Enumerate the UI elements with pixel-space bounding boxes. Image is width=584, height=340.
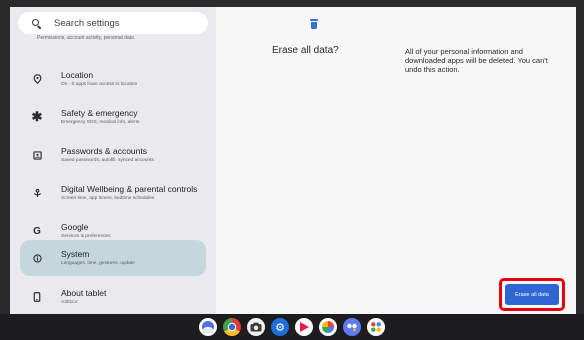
play-store-icon[interactable]	[295, 318, 313, 336]
tablet-icon	[32, 292, 42, 302]
sidebar-item-title: Google	[61, 222, 89, 232]
sidebar-item-title: Passwords & accounts	[61, 146, 147, 156]
sidebar-item-title: System	[61, 249, 90, 259]
settings-icon[interactable]: ⚙	[271, 318, 289, 336]
sidebar-item-sub: Saved passwords, autofill, synced accoun…	[61, 158, 154, 163]
info-circle-icon	[32, 253, 42, 263]
sidebar-item-title: Digital Wellbeing & parental controls	[61, 184, 198, 194]
assistant-dots-icon[interactable]	[343, 318, 361, 336]
partial-item-sub: Permissions, account activity, personal …	[37, 35, 134, 41]
google-g-icon: G	[33, 225, 41, 237]
location-pin-icon	[32, 74, 42, 84]
sidebar-item-location[interactable]: Location On - 0 apps have access to loca…	[20, 61, 206, 97]
sidebar-item-about-tablet[interactable]: About tablet A301LV	[20, 279, 206, 314]
sidebar-item-title: About tablet	[61, 288, 107, 298]
camera-icon[interactable]	[247, 318, 265, 336]
app-dock: ⚙	[0, 314, 584, 340]
sidebar-item-sub: Screen time, app timers, bedtime schedul…	[61, 196, 155, 201]
tablet-device: Search settings Permissions, account act…	[0, 0, 584, 340]
account-box-icon	[32, 150, 42, 160]
sidebar-item-title: Safety & emergency	[61, 108, 138, 118]
settings-sidebar: Search settings Permissions, account act…	[10, 7, 216, 314]
search-placeholder: Search settings	[54, 17, 120, 29]
screen: Search settings Permissions, account act…	[10, 7, 576, 314]
trash-icon	[310, 19, 318, 29]
sidebar-item-sub: A301LV	[61, 300, 78, 305]
chrome-icon[interactable]	[223, 318, 241, 336]
photos-icon[interactable]	[319, 318, 337, 336]
sidebar-item-passwords[interactable]: Passwords & accounts Saved passwords, au…	[20, 137, 206, 173]
search-bar[interactable]: Search settings	[18, 12, 208, 34]
wellbeing-icon	[32, 188, 42, 198]
dialog-title: Erase all data?	[272, 45, 339, 56]
sidebar-item-title: Location	[61, 70, 94, 80]
sidebar-item-sub: Services & preferences	[61, 234, 111, 239]
detail-panel: Erase all data? All of your personal inf…	[216, 7, 576, 314]
sidebar-item-sub: Languages, time, gestures, update	[61, 261, 135, 266]
erase-all-data-button[interactable]: Erase all data	[505, 284, 559, 305]
sidebar-item-system[interactable]: System Languages, time, gestures, update	[20, 240, 206, 276]
search-icon	[32, 19, 42, 30]
sidebar-item-wellbeing[interactable]: Digital Wellbeing & parental controls Sc…	[20, 175, 206, 211]
sidebar-item-sub: Emergency SOS, medical info, alerts	[61, 120, 140, 125]
asterisk-icon: ✱	[31, 109, 43, 124]
app-drawer-icon[interactable]	[367, 318, 385, 336]
assistant-icon[interactable]	[199, 318, 217, 336]
sidebar-item-sub: On - 0 apps have access to location	[61, 82, 138, 87]
sidebar-item-safety[interactable]: ✱ Safety & emergency Emergency SOS, medi…	[20, 99, 206, 135]
dialog-description: All of your personal information and dow…	[405, 47, 548, 74]
